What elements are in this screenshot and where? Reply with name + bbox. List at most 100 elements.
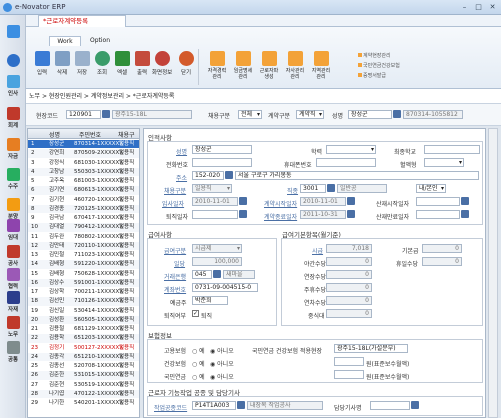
contract-type-select[interactable]: 계약직 bbox=[296, 110, 324, 119]
calendar-icon[interactable] bbox=[461, 197, 469, 205]
worker-grid[interactable]: 성명 주민번호 채용구 1 장성군 870314-1XXXXXX 일용직 2 강연희 870… bbox=[27, 128, 140, 418]
screen-info-button[interactable]: 화면정보 bbox=[152, 51, 172, 85]
company-manage-button[interactable]: 자사관리 관리 bbox=[284, 51, 306, 85]
ribbon-tab-work[interactable]: Work bbox=[49, 36, 81, 46]
table-row[interactable]: 7 김기현 460720-1XXXXXX 일용직 bbox=[28, 196, 139, 204]
holder-input[interactable]: 박준희 bbox=[192, 296, 228, 305]
hire-date-input[interactable]: 2010-11-01 bbox=[192, 197, 238, 206]
print-button[interactable]: 출력 bbox=[132, 51, 152, 85]
table-row[interactable]: 15 김배형 750628-1XXXXXX 일용직 bbox=[28, 270, 139, 278]
address-input[interactable]: 서울 구로구 가리봉동 bbox=[235, 171, 479, 180]
end-date-input[interactable]: 2011-10-31 bbox=[300, 210, 346, 219]
wage-manage-button[interactable]: 임금명세 관리 bbox=[232, 51, 254, 85]
calendar-icon[interactable] bbox=[461, 210, 469, 218]
link-pension-health[interactable]: 국민연금건강보험 bbox=[358, 62, 400, 69]
close-window-button[interactable]: ✕ bbox=[486, 2, 499, 12]
maximize-button[interactable]: □ bbox=[472, 2, 485, 12]
pension-amount-input[interactable] bbox=[334, 370, 364, 379]
work-code-input[interactable]: P14T1A003 bbox=[192, 401, 236, 410]
table-row[interactable]: 28 나기엽 470122-1XXXXXX 일용직 bbox=[28, 389, 139, 399]
insert-button[interactable]: 입력 bbox=[32, 51, 52, 85]
site-search-icon[interactable] bbox=[102, 110, 110, 118]
table-row[interactable]: 12 김만태 720110-1XXXXXX 일용직 bbox=[28, 241, 139, 251]
emp-type-select[interactable]: 전체 bbox=[238, 110, 262, 119]
ins-site-field[interactable]: 광주15-18L(가설분부) bbox=[334, 344, 408, 353]
table-row[interactable]: 21 김용철 681129-1XXXXXX 일용직 bbox=[28, 325, 139, 333]
ribbon-tab-option[interactable]: Option bbox=[84, 36, 116, 46]
table-row[interactable]: 27 김준현 530519-1XXXXXX 일용직 bbox=[28, 381, 139, 389]
table-row[interactable]: 24 김종각 651210-1XXXXXX 일용직 bbox=[28, 352, 139, 362]
manager-search-icon[interactable] bbox=[411, 401, 419, 409]
blood-select[interactable] bbox=[424, 158, 464, 167]
daily-wage-input[interactable]: 100,000 bbox=[192, 257, 242, 266]
phone-input[interactable] bbox=[192, 158, 252, 167]
emp-type-field[interactable]: 일용직 bbox=[192, 184, 232, 193]
nav-fund[interactable]: 자금 bbox=[2, 138, 24, 160]
table-row[interactable]: 19 김신일 530414-1XXXXXX 일용직 bbox=[28, 307, 139, 315]
nav-sale[interactable]: 분양 bbox=[2, 198, 24, 220]
table-row[interactable]: 13 김민철 711023-1XXXXXX 일용직 bbox=[28, 251, 139, 259]
table-row[interactable]: 22 김용학 651203-1XXXXXX 일용직 bbox=[28, 334, 139, 343]
zip-input[interactable]: 152-020 bbox=[192, 171, 224, 180]
link-site-contract[interactable]: 계약현장관리 bbox=[358, 52, 391, 59]
table-row[interactable]: 18 김선민 710126-1XXXXXX 일용직 bbox=[28, 297, 139, 306]
table-row[interactable]: 1 장성군 870314-1XXXXXX 일용직 bbox=[28, 140, 139, 149]
nav-construction[interactable]: 공사 bbox=[2, 245, 24, 267]
table-row[interactable]: 2 강연희 870509-2XXXXXX 일용직 bbox=[28, 149, 139, 158]
calendar-icon[interactable] bbox=[347, 197, 355, 205]
career-manage-button[interactable]: 자격경력 관리 bbox=[206, 51, 228, 85]
health-amount-input[interactable] bbox=[334, 357, 364, 366]
bank-search-icon[interactable] bbox=[213, 270, 221, 278]
table-row[interactable]: 17 김상학 700211-1XXXXXX 일용직 bbox=[28, 288, 139, 296]
save-button[interactable]: 저장 bbox=[72, 51, 92, 85]
health-yes-radio[interactable]: ○ 예 bbox=[192, 359, 205, 368]
start-date-input[interactable]: 2010-11-01 bbox=[300, 197, 346, 206]
minimize-button[interactable]: – bbox=[458, 2, 471, 12]
nav-labor[interactable]: 노무 bbox=[2, 316, 24, 338]
emp-ins-yes-radio[interactable]: ○ 예 bbox=[192, 346, 205, 355]
table-row[interactable]: 26 김준한 531015-1XXXXXX 일용직 bbox=[28, 371, 139, 380]
table-row[interactable]: 11 김두완 780802-1XXXXXX 일용직 bbox=[28, 233, 139, 241]
work-search-icon[interactable] bbox=[237, 401, 245, 409]
nav-common[interactable]: 공통 bbox=[2, 341, 24, 363]
mobile-input[interactable] bbox=[316, 158, 376, 167]
job-extra-select[interactable]: 내/본인 bbox=[416, 184, 446, 193]
nav-hr[interactable]: 인사 bbox=[2, 75, 24, 97]
manager-input[interactable] bbox=[370, 401, 410, 410]
delete-button[interactable]: 삭제 bbox=[52, 51, 72, 85]
calendar-icon[interactable] bbox=[347, 210, 355, 218]
nav-favorite[interactable] bbox=[2, 54, 24, 76]
table-row[interactable]: 25 김종선 520708-1XXXXXX 일용직 bbox=[28, 362, 139, 370]
pay-type-select[interactable]: 시급제 bbox=[192, 244, 242, 253]
close-button[interactable]: 닫기 bbox=[176, 51, 196, 85]
school-input[interactable] bbox=[424, 145, 480, 154]
table-row[interactable]: 8 김경종 720125-1XXXXXX 일용직 bbox=[28, 204, 139, 214]
table-row[interactable]: 9 김극남 670417-1XXXXXX 일용직 bbox=[28, 214, 139, 222]
table-row[interactable]: 23 김정기 500127-2XXXXXX 일용직 bbox=[28, 344, 139, 352]
account-input[interactable]: 0731-09-004515-0 bbox=[192, 283, 258, 292]
table-row[interactable]: 6 김기연 680613-1XXXXXX 일용직 bbox=[28, 186, 139, 195]
nav-accounting[interactable]: 회계 bbox=[2, 107, 24, 129]
nav-home[interactable] bbox=[2, 25, 24, 47]
site-code-input[interactable]: 120901 bbox=[66, 110, 101, 119]
calendar-icon[interactable] bbox=[239, 197, 247, 205]
table-row[interactable]: 5 고주옥 681003-1XXXXXX 일용직 bbox=[28, 177, 139, 185]
bank-code-input[interactable]: 045 bbox=[192, 270, 212, 279]
nav-order[interactable]: 수주 bbox=[2, 168, 24, 190]
pension-no-radio[interactable]: ◉ 아니오 bbox=[210, 372, 234, 381]
nav-partner[interactable]: 협력 bbox=[2, 268, 24, 290]
retire-date-input[interactable] bbox=[192, 210, 238, 219]
table-row[interactable]: 4 고창남 550303-1XXXXXX 일용직 bbox=[28, 167, 139, 177]
worker-file-button[interactable]: 근로자파 생성 bbox=[258, 51, 280, 85]
job-search-icon[interactable] bbox=[327, 184, 335, 192]
zip-search-icon[interactable] bbox=[225, 171, 233, 179]
health-no-radio[interactable]: ◉ 아니오 bbox=[210, 359, 234, 368]
calendar-icon[interactable] bbox=[239, 210, 247, 218]
name-search-input[interactable]: 장성군 bbox=[348, 110, 392, 119]
search-button[interactable]: 조회 bbox=[92, 51, 112, 85]
nav-lease[interactable]: 임대 bbox=[2, 219, 24, 241]
job-code-input[interactable]: 3001 bbox=[300, 184, 326, 193]
form-scrollbar[interactable] bbox=[488, 128, 498, 418]
pension-yes-radio[interactable]: ○ 예 bbox=[192, 372, 205, 381]
table-row[interactable]: 29 나기한 540201-1XXXXXX 일용직 bbox=[28, 399, 139, 407]
